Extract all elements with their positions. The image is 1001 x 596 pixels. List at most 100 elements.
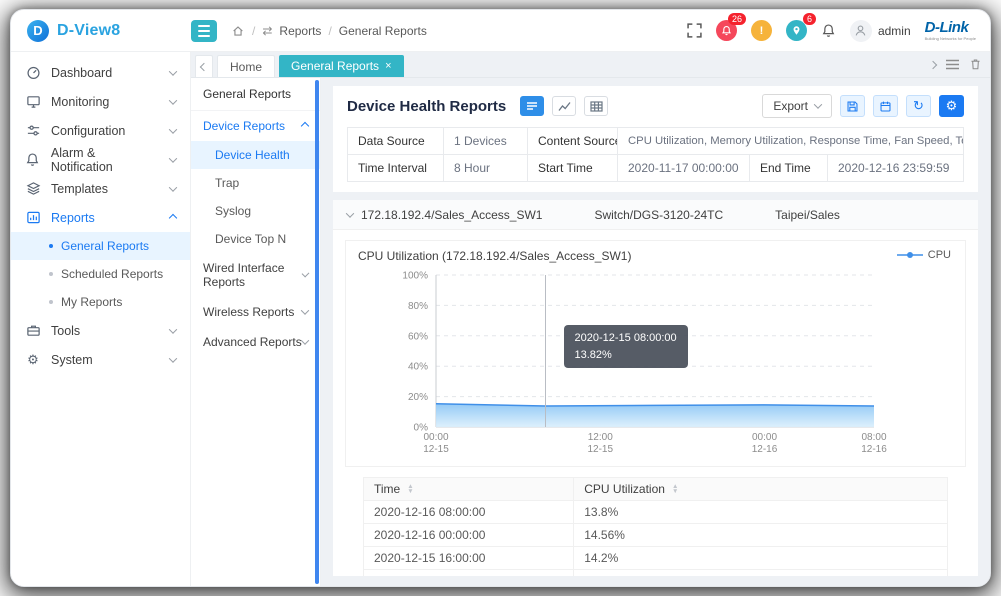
svg-text:12-16: 12-16 — [861, 444, 887, 455]
refresh-button[interactable]: ↻ — [906, 95, 931, 117]
app-window: D D-View8 / ⇄ Reports / General Reports … — [10, 9, 991, 587]
info-value: 2020-12-16 23:59:59 — [828, 154, 963, 181]
save-report-button[interactable] — [840, 95, 865, 117]
nav-item-device-top-n[interactable]: Device Top N — [191, 225, 320, 253]
sidebar-item-tools[interactable]: Tools — [11, 316, 190, 345]
sidebar-item-monitoring[interactable]: Monitoring — [11, 87, 190, 116]
nav-panel-scrollbar[interactable] — [315, 80, 319, 584]
chart-legend[interactable]: CPU — [897, 249, 951, 261]
chevron-down-icon — [169, 354, 177, 362]
device-section-header[interactable]: 172.18.192.4/Sales_Access_SW1 Switch/DGS… — [333, 200, 978, 230]
discovery-count-badge: 6 — [803, 13, 816, 25]
alarm-status-icon[interactable]: 26 — [716, 20, 737, 41]
sort-icon[interactable]: ▲▼ — [407, 484, 413, 494]
collapse-section-icon[interactable] — [346, 209, 354, 217]
home-icon[interactable] — [231, 24, 245, 38]
brand-name: D-View8 — [57, 22, 120, 40]
table-row[interactable]: 2020-12-16 00:00:0014.56% — [364, 524, 948, 547]
sidebar-item-label: Dashboard — [51, 66, 112, 80]
bullet-dot-icon — [49, 300, 53, 304]
info-label: Time Interval — [348, 154, 444, 181]
username: admin — [878, 24, 911, 38]
chevron-down-icon — [169, 96, 177, 104]
nav-group-wired-interface-reports[interactable]: Wired Interface Reports — [191, 253, 320, 297]
dashboard-icon — [25, 65, 41, 80]
cpu-utilization-chart: 0%20%40%60%80%100%00:0012-1512:0012-1500… — [358, 263, 938, 459]
sidebar-item-system[interactable]: ⚙ System — [11, 345, 190, 374]
reports-section-icon: ⇄ — [262, 24, 272, 38]
chart-view-toggle-button[interactable] — [552, 96, 576, 116]
svg-text:08:00: 08:00 — [861, 432, 886, 443]
sidebar-item-alarm-notification[interactable]: Alarm & Notification — [11, 145, 190, 174]
breadcrumb-section[interactable]: Reports — [279, 24, 321, 38]
export-button[interactable]: Export — [762, 94, 832, 118]
chart-title: CPU Utilization (172.18.192.4/Sales_Acce… — [358, 249, 953, 263]
tab-list-icon[interactable] — [946, 59, 959, 70]
sidebar-item-scheduled-reports[interactable]: Scheduled Reports — [11, 260, 190, 288]
sort-icon[interactable]: ▲▼ — [672, 484, 678, 494]
chevron-down-icon — [814, 100, 822, 108]
nav-item-trap[interactable]: Trap — [191, 169, 320, 197]
device-site: Taipei/Sales — [775, 208, 840, 222]
svg-text:12-15: 12-15 — [423, 444, 449, 455]
table-row[interactable]: 2020-12-15 08:00:0013.82% — [364, 570, 948, 577]
sidebar-item-label: Alarm & Notification — [51, 146, 160, 174]
svg-text:100%: 100% — [402, 271, 428, 282]
bullet-dot-icon — [49, 272, 53, 276]
table-row[interactable]: 2020-12-15 16:00:0014.2% — [364, 547, 948, 570]
fullscreen-icon[interactable] — [687, 23, 702, 38]
sidebar-subitem-label: My Reports — [61, 295, 122, 309]
sidebar-item-configuration[interactable]: Configuration — [11, 116, 190, 145]
close-tab-icon[interactable]: × — [385, 61, 391, 72]
report-settings-button[interactable]: ⚙ — [939, 95, 964, 117]
tab-scroll-left-button[interactable] — [195, 55, 213, 77]
nav-item-device-health[interactable]: Device Health — [191, 141, 320, 169]
sidebar-item-reports[interactable]: Reports — [11, 203, 190, 232]
chevron-up-icon — [169, 213, 177, 221]
column-header-cpu[interactable]: CPU Utilization▲▼ — [574, 478, 948, 501]
device-name: 172.18.192.4/Sales_Access_SW1 — [361, 208, 542, 222]
cpu-chart-panel: CPU Utilization (172.18.192.4/Sales_Acce… — [345, 240, 966, 467]
svg-text:80%: 80% — [408, 301, 428, 312]
report-info-table: Data Source 1 Devices Content Source CPU… — [347, 127, 964, 182]
device-report-card: 172.18.192.4/Sales_Access_SW1 Switch/DGS… — [333, 200, 978, 576]
nav-group-device-reports[interactable]: Device Reports — [191, 111, 320, 141]
sidebar-item-templates[interactable]: Templates — [11, 174, 190, 203]
column-header-time[interactable]: Time▲▼ — [364, 478, 574, 501]
collapse-menu-button[interactable] — [191, 20, 217, 42]
chevron-down-icon — [169, 125, 177, 133]
table-view-toggle-button[interactable] — [584, 96, 608, 116]
warning-status-icon[interactable]: ! — [751, 20, 772, 41]
close-all-tabs-icon[interactable] — [969, 58, 982, 71]
chevron-left-icon — [200, 62, 208, 70]
nav-item-syslog[interactable]: Syslog — [191, 197, 320, 225]
nav-group-wireless-reports[interactable]: Wireless Reports — [191, 297, 320, 327]
tab-home[interactable]: Home — [217, 55, 275, 77]
notification-bell-icon[interactable] — [821, 23, 836, 38]
user-menu[interactable]: admin — [850, 20, 911, 42]
tab-general-reports[interactable]: General Reports × — [279, 55, 403, 77]
table-row[interactable]: 2020-12-16 08:00:0013.8% — [364, 501, 948, 524]
card-view-toggle-button[interactable] — [520, 96, 544, 116]
svg-text:12-16: 12-16 — [752, 444, 778, 455]
reports-icon — [25, 210, 41, 225]
breadcrumb-page: General Reports — [339, 24, 427, 38]
svg-text:00:00: 00:00 — [423, 432, 448, 443]
sidebar-item-label: Templates — [51, 182, 108, 196]
info-label: End Time — [750, 154, 828, 181]
svg-text:12-15: 12-15 — [587, 444, 613, 455]
discovery-status-icon[interactable]: 6 — [786, 20, 807, 41]
bullet-dot-icon — [49, 244, 53, 248]
chevron-up-icon — [301, 122, 309, 130]
brand: D D-View8 — [11, 20, 191, 42]
chevron-down-icon — [169, 154, 177, 162]
sidebar-item-dashboard[interactable]: Dashboard — [11, 58, 190, 87]
schedule-calendar-button[interactable] — [873, 95, 898, 117]
sidebar-item-my-reports[interactable]: My Reports — [11, 288, 190, 316]
svg-text:40%: 40% — [408, 362, 428, 373]
breadcrumb: / ⇄ Reports / General Reports — [231, 24, 427, 38]
tab-scroll-right-icon[interactable] — [929, 60, 937, 68]
nav-group-advanced-reports[interactable]: Advanced Reports — [191, 327, 320, 357]
breadcrumb-separator: / — [252, 24, 255, 38]
sidebar-item-general-reports[interactable]: General Reports — [11, 232, 190, 260]
